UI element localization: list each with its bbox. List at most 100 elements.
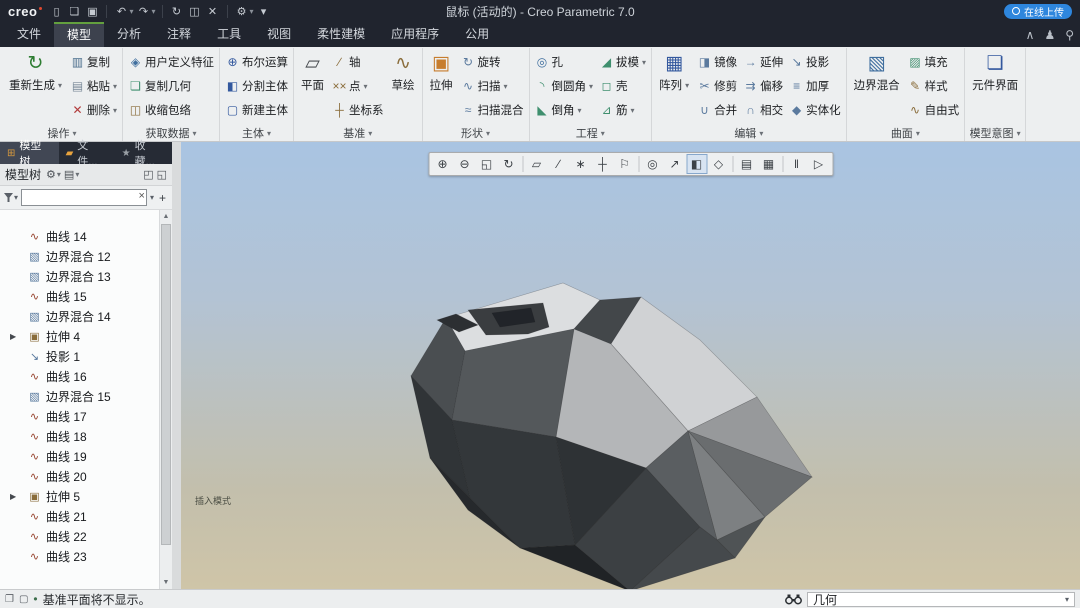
ribbon-group-label-surfaces[interactable]: 曲面 ▾: [847, 125, 965, 141]
sweep-button[interactable]: ∿ 扫描 ▾: [459, 74, 526, 98]
dropdown-caret-icon[interactable]: ▾: [58, 81, 62, 90]
rib-button[interactable]: ⊿ 筋 ▾: [597, 98, 648, 122]
offset-button[interactable]: ⇉ 偏移: [741, 74, 785, 98]
datum-csys-button[interactable]: ┼ 坐标系: [330, 98, 386, 122]
datum-axis-button[interactable]: ∕ 轴: [330, 50, 386, 74]
tab-annotate[interactable]: 注释: [154, 22, 204, 47]
window-icon[interactable]: ❐: [5, 594, 14, 605]
dropdown-caret-icon[interactable]: ▾: [113, 82, 117, 91]
solidify-button[interactable]: ◆ 实体化: [787, 98, 843, 122]
selection-filter-combo[interactable]: 几何 ▾: [807, 591, 1075, 607]
filter-add-icon[interactable]: +: [157, 191, 168, 205]
extrude-button[interactable]: ▣ 拉伸: [426, 50, 457, 93]
dropdown-caret-icon[interactable]: ▾: [631, 106, 635, 115]
copy-button[interactable]: ▥ 复制: [68, 50, 119, 74]
search-binoculars-icon[interactable]: [785, 594, 802, 605]
scroll-down-icon[interactable]: ▼: [160, 576, 172, 589]
tree-item[interactable]: ∿ 曲线 15: [0, 286, 159, 306]
tab-tools[interactable]: 工具: [204, 22, 254, 47]
tree-item[interactable]: ∿ 曲线 18: [0, 426, 159, 446]
spin-center-icon[interactable]: ◎: [642, 154, 663, 174]
ribbon-group-label-shapes[interactable]: 形状 ▾: [423, 125, 529, 141]
tree-item[interactable]: ∿ 曲线 22: [0, 526, 159, 546]
dropdown-caret-icon[interactable]: ▾: [578, 106, 582, 115]
panel-splitter[interactable]: [172, 142, 181, 589]
extend-button[interactable]: → 延伸: [741, 50, 785, 74]
ribbon-group-label-body[interactable]: 主体 ▾: [220, 125, 293, 141]
thicken-button[interactable]: ≡ 加厚: [787, 74, 843, 98]
tree-item[interactable]: ∿ 曲线 21: [0, 506, 159, 526]
shrinkwrap-button[interactable]: ◫ 收缩包络: [126, 98, 216, 122]
fill-button[interactable]: ▨ 填充: [906, 50, 962, 74]
model-display-icon[interactable]: ◫: [187, 5, 203, 18]
tab-model[interactable]: 模型: [54, 22, 105, 47]
round-button[interactable]: ◝ 倒圆角 ▾: [533, 74, 596, 98]
tree-filter-icon[interactable]: ⚙ ▾: [46, 168, 61, 181]
customize-quick-access-icon[interactable]: ▾: [256, 5, 272, 18]
scrollbar-thumb[interactable]: [161, 224, 171, 545]
axis-display-icon[interactable]: ∕: [548, 154, 569, 174]
regenerate-button[interactable]: ↻ 重新生成 ▾: [5, 50, 66, 93]
mirror-button[interactable]: ◨ 镜像: [695, 50, 739, 74]
hole-button[interactable]: ◎ 孔: [533, 50, 596, 74]
tree-item[interactable]: ▧ 边界混合 14: [0, 306, 159, 326]
tree-columns-icon[interactable]: ▤ ▾: [64, 168, 79, 181]
save-icon[interactable]: ▣: [84, 5, 100, 18]
model-tree-filter-input[interactable]: [21, 189, 147, 206]
component-interface-button[interactable]: ❏ 元件界面: [968, 50, 1022, 93]
3d-viewport[interactable]: ⊕ ⊖ ◱ ↻ ▱ ∕ ∗ ┼ ⚐ ◎ ↗ ◧ ◇ ▤ ▦ ‖ ▷ 插入模式: [181, 142, 1080, 589]
plane-display-icon[interactable]: ▱: [526, 154, 547, 174]
boundary-blend-button[interactable]: ▧ 边界混合: [850, 50, 904, 93]
filter-dropdown-icon[interactable]: ▾: [150, 193, 154, 202]
datum-point-button[interactable]: ×× 点 ▾: [330, 74, 386, 98]
dropdown-caret-icon[interactable]: ▾: [250, 7, 254, 16]
dropdown-caret-icon[interactable]: ▾: [589, 82, 593, 91]
mouse-model[interactable]: [181, 142, 1080, 589]
regenerate-quick-icon[interactable]: ↻: [169, 5, 185, 18]
merge-button[interactable]: ∪ 合并: [695, 98, 739, 122]
browser-icon[interactable]: ▢: [19, 594, 28, 605]
panel-expand-icon[interactable]: ◰: [143, 168, 153, 181]
tree-item[interactable]: ▧ 边界混合 15: [0, 386, 159, 406]
tab-common[interactable]: 公用: [452, 22, 502, 47]
panel-dock-icon[interactable]: ◱: [157, 168, 167, 181]
tree-item[interactable]: ▶ ▣ 拉伸 5: [0, 486, 159, 506]
expand-arrow-icon[interactable]: ▶: [10, 492, 16, 501]
tree-item[interactable]: ∿ 曲线 17: [0, 406, 159, 426]
tree-item[interactable]: ∿ 曲线 20: [0, 466, 159, 486]
zoom-out-icon[interactable]: ⊖: [454, 154, 475, 174]
ribbon-group-label-editing[interactable]: 编辑 ▾: [652, 125, 846, 141]
tree-item[interactable]: ▧ 边界混合 12: [0, 246, 159, 266]
tab-applications[interactable]: 应用程序: [378, 22, 452, 47]
sketch-button[interactable]: ∿ 草绘: [388, 50, 419, 93]
pause-icon[interactable]: ‖: [786, 154, 807, 174]
style-button[interactable]: ✎ 样式: [906, 74, 962, 98]
tab-file[interactable]: 文件: [4, 22, 54, 47]
tab-flexible-modeling[interactable]: 柔性建模: [304, 22, 378, 47]
ribbon-group-label-engineering[interactable]: 工程 ▾: [530, 125, 652, 141]
new-body-button[interactable]: ▢ 新建主体: [223, 98, 290, 122]
tree-item[interactable]: ↘ 投影 1: [0, 346, 159, 366]
dropdown-caret-icon[interactable]: ▾: [364, 82, 368, 91]
datum-plane-button[interactable]: ▱ 平面: [297, 50, 328, 93]
saved-views-icon[interactable]: ▤: [736, 154, 757, 174]
tree-item[interactable]: ∿ 曲线 19: [0, 446, 159, 466]
filter-funnel-icon[interactable]: ▾: [4, 193, 18, 202]
chamfer-button[interactable]: ◣ 倒角 ▾: [533, 98, 596, 122]
revolve-button[interactable]: ↻ 旋转: [459, 50, 526, 74]
repaint-icon[interactable]: ↻: [498, 154, 519, 174]
model-tree-scrollbar[interactable]: ▲ ▼: [159, 210, 172, 589]
panel-tab-favorites[interactable]: ★ 收藏...: [115, 140, 172, 168]
zoom-in-icon[interactable]: ⊕: [432, 154, 453, 174]
undo-icon[interactable]: ↶: [113, 5, 129, 18]
user-icon[interactable]: ♟: [1044, 28, 1055, 42]
boolean-operations-button[interactable]: ⊕ 布尔运算: [223, 50, 290, 74]
expand-arrow-icon[interactable]: ▶: [10, 332, 16, 341]
orientation-icon[interactable]: ↗: [664, 154, 685, 174]
dropdown-caret-icon[interactable]: ▾: [685, 81, 689, 90]
close-window-icon[interactable]: ✕: [205, 5, 221, 18]
tree-item[interactable]: ▧ 边界混合 13: [0, 266, 159, 286]
project-button[interactable]: ↘ 投影: [787, 50, 843, 74]
pattern-button[interactable]: ▦ 阵列 ▾: [655, 50, 693, 93]
intersect-button[interactable]: ∩ 相交: [741, 98, 785, 122]
